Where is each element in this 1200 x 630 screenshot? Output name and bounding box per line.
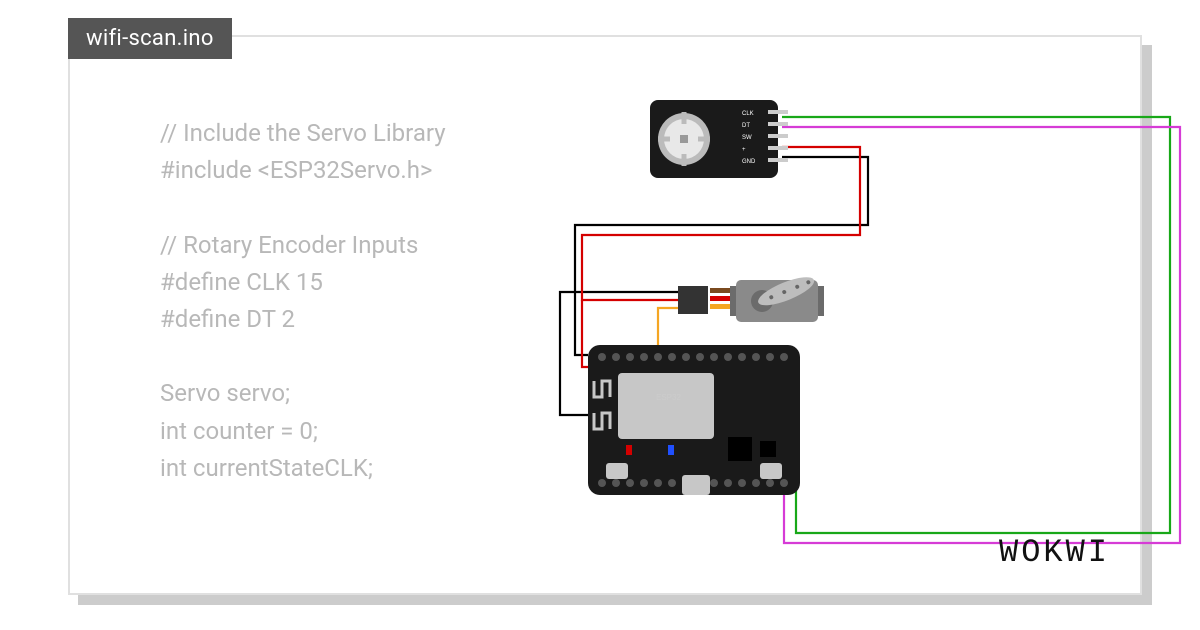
encoder-pin-vcc: +	[742, 147, 746, 153]
encoder-pin-dt: DT	[742, 123, 750, 129]
esp32-board[interactable]: ESP32	[588, 345, 800, 495]
encoder-pin-clk: CLK	[742, 111, 754, 117]
chip-label: ESP32	[656, 393, 681, 402]
circuit-diagram: CLK DT SW + GND	[500, 85, 1200, 585]
wire-power-2	[582, 300, 588, 367]
file-tab[interactable]: wifi-scan.ino	[68, 18, 232, 59]
wire-clk	[782, 117, 1170, 533]
servo[interactable]	[678, 272, 824, 322]
card: // Include the Servo Library #include <E…	[68, 35, 1142, 595]
wire-encoder-gnd	[575, 157, 868, 355]
wokwi-logo: WOKWI	[999, 534, 1110, 571]
encoder-pin-gnd: GND	[742, 159, 756, 165]
wire-dt	[782, 127, 1180, 543]
rotary-encoder[interactable]: CLK DT SW + GND	[650, 100, 788, 178]
encoder-pin-sw: SW	[742, 135, 752, 141]
